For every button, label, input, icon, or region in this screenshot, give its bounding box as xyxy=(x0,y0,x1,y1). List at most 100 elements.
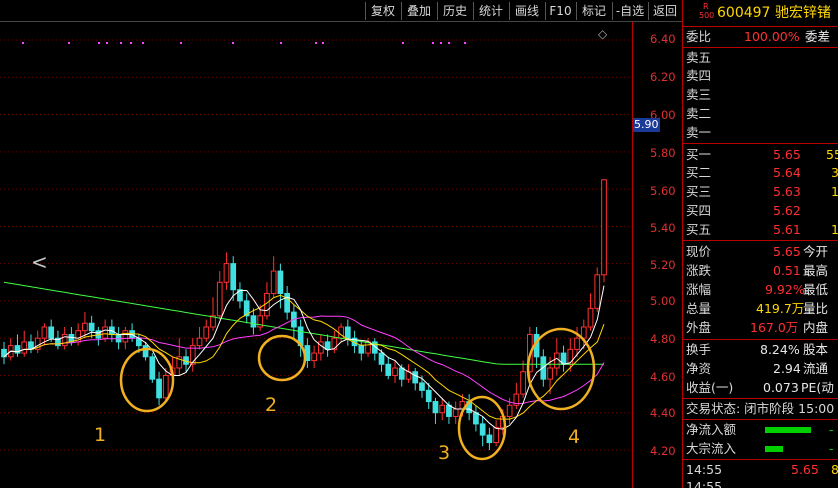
buy-2-row[interactable]: 买二 5.64 3 xyxy=(683,164,838,182)
diamond-icon[interactable]: ◇ xyxy=(598,27,608,41)
marker-dot xyxy=(315,42,317,44)
candle-body xyxy=(122,330,129,343)
price-tick: 4.80 xyxy=(650,332,676,346)
quote-row-price: 现价 5.65 今开 xyxy=(686,244,829,259)
draw-line-button[interactable]: 画线 xyxy=(509,2,544,20)
block-inflow-row: 大宗流入 - xyxy=(686,441,834,456)
marker-dot xyxy=(142,42,144,44)
candle-body xyxy=(223,263,230,283)
pattern-label-1: 1 xyxy=(94,424,107,446)
candle-body xyxy=(344,326,351,339)
overlay-button[interactable]: 叠加 xyxy=(401,2,436,20)
candle-body xyxy=(277,270,284,294)
buy-3-row[interactable]: 买三 5.63 1 xyxy=(683,183,838,201)
candle-body xyxy=(162,374,169,399)
kline-chart[interactable]: < ◇ 1 2 3 4 xyxy=(0,22,632,488)
watchlist-button[interactable]: -自选 xyxy=(612,2,647,20)
candle-body xyxy=(446,404,452,417)
mark-button[interactable]: 标记 xyxy=(576,2,611,20)
block-inflow-bar xyxy=(765,446,783,452)
quote-row-volume: 总量 419.7万 量比 xyxy=(686,301,829,316)
price-tick: 4.40 xyxy=(650,406,676,420)
f10-button[interactable]: F10 xyxy=(545,2,575,20)
quote-panel: R 500 600497 驰宏锌锗 委比 100.00% 委差 卖五 卖四 卖三… xyxy=(682,0,838,488)
marker-dot xyxy=(322,42,324,44)
order-ratio-row: 委比 100.00% 委差 xyxy=(686,29,831,44)
stock-code: 600497 xyxy=(717,5,771,21)
price-tick: 5.20 xyxy=(650,258,676,272)
candle-body xyxy=(587,307,594,328)
candle-body xyxy=(102,326,108,339)
candle-body xyxy=(493,427,499,444)
quote-row-change: 涨跌 0.51 最高 xyxy=(686,263,829,278)
candle-body xyxy=(250,315,257,328)
history-button[interactable]: 历史 xyxy=(437,2,472,20)
back-arrow-icon[interactable]: < xyxy=(31,250,48,274)
candle-body xyxy=(553,352,560,369)
buy-5-row[interactable]: 买五 5.61 1 xyxy=(683,221,838,239)
cursor-price-label: 5.90 xyxy=(633,118,660,132)
marker-dot xyxy=(448,42,450,44)
candle-body xyxy=(88,322,95,332)
candle-body xyxy=(331,337,338,350)
price-tick: 5.60 xyxy=(650,184,676,198)
price-tick: 6.20 xyxy=(650,70,676,84)
buy-4-row[interactable]: 买四 5.62 xyxy=(683,202,838,220)
kline-svg: < ◇ xyxy=(0,27,632,461)
candle-body xyxy=(378,352,385,365)
pattern-label-3: 3 xyxy=(438,442,451,464)
quote-row-pct: 涨幅 9.92% 最低 xyxy=(686,282,829,297)
candle-body xyxy=(82,322,88,332)
candle-body xyxy=(601,179,607,276)
marker-dot xyxy=(232,42,234,44)
fuquan-button[interactable]: 复权 xyxy=(365,2,400,20)
index-badge: 500 xyxy=(699,11,715,20)
candle-body xyxy=(594,274,601,309)
candle-body xyxy=(452,408,459,417)
candle-body xyxy=(358,345,365,354)
r-badge: R xyxy=(703,2,709,11)
net-inflow-bar xyxy=(765,427,811,433)
tick-row: 14:55 xyxy=(686,479,723,488)
candle-body xyxy=(473,412,479,425)
price-tick: 5.80 xyxy=(650,146,676,160)
pattern-label-4: 4 xyxy=(568,426,581,448)
candle-body xyxy=(425,389,432,403)
marker-dot xyxy=(180,42,182,44)
candle-body xyxy=(156,378,162,399)
buy-1-row[interactable]: 买一 5.65 55 xyxy=(683,146,838,164)
candle-body xyxy=(574,337,580,350)
marker-dot xyxy=(280,42,282,44)
net-inflow-row: 净流入额 - xyxy=(686,422,834,437)
price-tick: 4.20 xyxy=(650,444,676,458)
candle-body xyxy=(61,333,68,347)
back-button[interactable]: 返回 xyxy=(648,2,681,20)
tick-row: 14:55 5.65 8 xyxy=(686,462,838,477)
candle-body xyxy=(385,363,392,376)
candle-body xyxy=(506,404,513,417)
candle-body xyxy=(412,371,419,384)
candle-body xyxy=(419,382,425,391)
marker-dot xyxy=(432,42,434,44)
chart-toolbar: 复权 叠加 历史 统计 画线 F10 标记 -自选 返回 xyxy=(0,0,682,22)
candle-body xyxy=(284,292,291,313)
candle-body xyxy=(196,337,203,347)
marker-dot xyxy=(106,42,108,44)
candle-body xyxy=(398,367,405,380)
candle-body xyxy=(479,423,486,436)
candle-body xyxy=(48,326,55,339)
candle-body xyxy=(149,356,156,380)
price-tick: 6.40 xyxy=(650,32,676,46)
stock-name: 驰宏锌锗 xyxy=(775,5,831,21)
candle-body xyxy=(216,281,223,317)
marker-dot xyxy=(120,42,122,44)
candle-body xyxy=(392,367,398,376)
statistics-button[interactable]: 统计 xyxy=(473,2,508,20)
candle-body xyxy=(439,404,446,414)
candle-body xyxy=(270,270,277,294)
candle-body xyxy=(338,326,344,339)
pattern-circle-2 xyxy=(257,334,307,382)
price-tick: 4.60 xyxy=(650,370,676,384)
price-tick: 5.40 xyxy=(650,221,676,235)
candle-body xyxy=(142,345,149,358)
